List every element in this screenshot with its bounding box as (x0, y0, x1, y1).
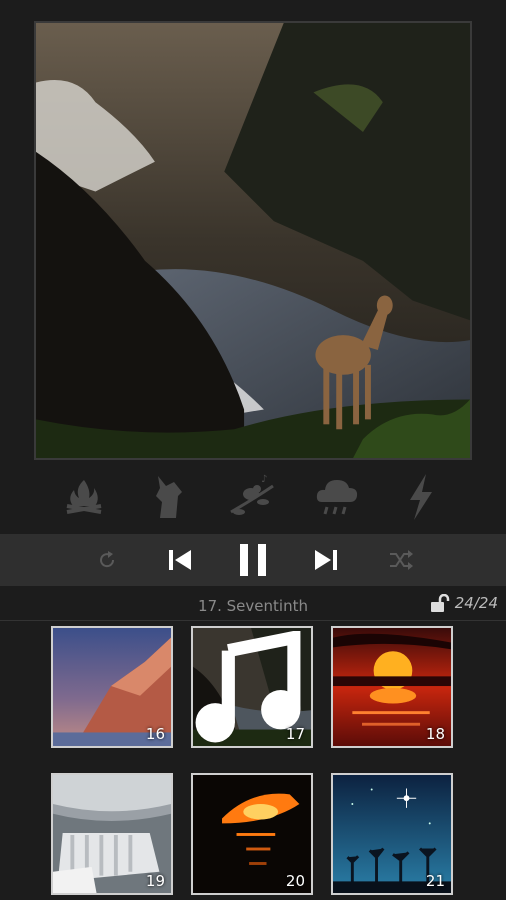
bird-branch-icon[interactable]: ♪ (222, 468, 282, 526)
rain-cloud-icon[interactable] (307, 468, 367, 526)
track-number: 16 (145, 725, 165, 743)
track-number: 20 (285, 872, 305, 890)
track-number: 21 (425, 872, 445, 890)
unlock-count: 24/24 (454, 594, 498, 612)
track-number: 17 (285, 725, 305, 743)
now-playing-row: 17. Seventinth 24/24 (0, 592, 506, 621)
track-tile-20[interactable]: 20 (191, 773, 313, 895)
lightning-icon[interactable] (391, 468, 451, 526)
track-tile-19[interactable]: 19 (51, 773, 173, 895)
playback-controls (0, 534, 506, 586)
album-artwork (34, 21, 472, 460)
unlock-icon (430, 594, 450, 612)
wolf-icon[interactable] (139, 468, 199, 526)
pause-icon[interactable] (234, 534, 272, 586)
unlock-status: 24/24 (430, 594, 498, 612)
shuffle-icon[interactable] (384, 534, 418, 586)
skip-previous-icon[interactable] (164, 534, 196, 586)
track-number: 18 (425, 725, 445, 743)
track-number: 19 (145, 872, 165, 890)
campfire-icon[interactable] (54, 468, 114, 526)
track-tile-17[interactable]: 17 (191, 626, 313, 748)
skip-next-icon[interactable] (310, 534, 342, 586)
track-tile-16[interactable]: 16 (51, 626, 173, 748)
svg-text:♪: ♪ (261, 474, 267, 485)
ambience-sounds: ♪ (0, 468, 506, 526)
repeat-icon[interactable] (92, 534, 122, 586)
track-tile-21[interactable]: 21 (331, 773, 453, 895)
track-tile-18[interactable]: 18 (331, 626, 453, 748)
